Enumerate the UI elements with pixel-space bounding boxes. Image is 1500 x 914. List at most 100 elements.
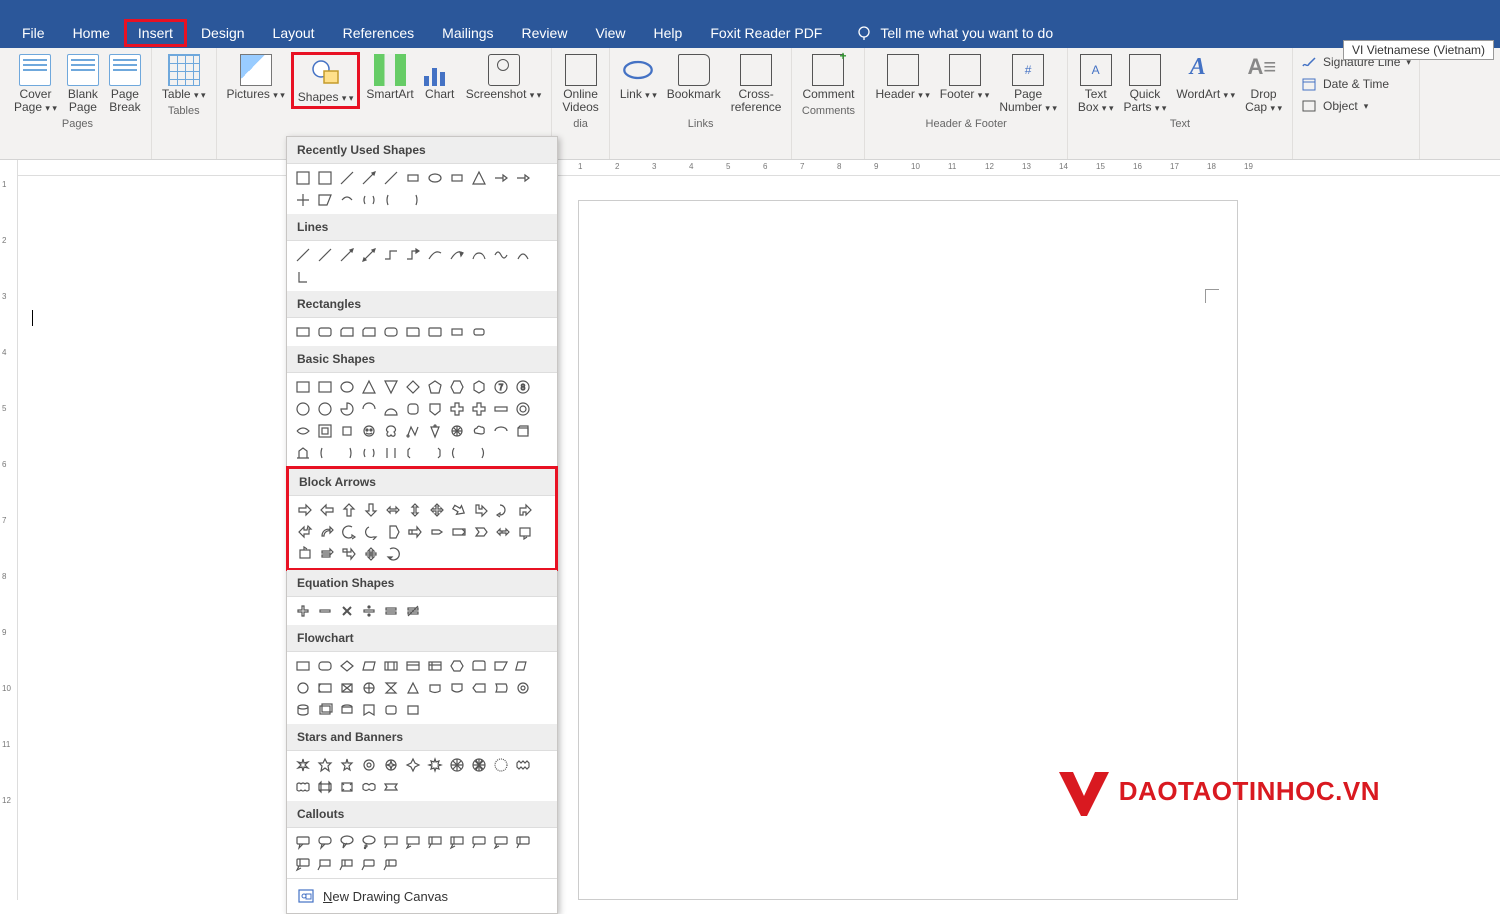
shape-basic-7[interactable]: [447, 377, 467, 397]
shape-block_arrows-15[interactable]: [383, 522, 403, 542]
shape-basic-17[interactable]: [425, 399, 445, 419]
link-button[interactable]: Link ▾: [616, 52, 661, 116]
shape-block_arrows-20[interactable]: [493, 522, 513, 542]
tab-file[interactable]: File: [8, 19, 59, 47]
shape-callouts-0[interactable]: [293, 832, 313, 852]
shape-basic-1[interactable]: [315, 377, 335, 397]
shape-basic-34[interactable]: [315, 443, 335, 463]
drop-cap-button[interactable]: A≡DropCap ▾: [1241, 52, 1286, 116]
shape-basic-22[interactable]: [293, 421, 313, 441]
shape-recently-8[interactable]: [469, 168, 489, 188]
shape-callouts-3[interactable]: [359, 832, 379, 852]
shape-basic-27[interactable]: [403, 421, 423, 441]
shape-block_arrows-9[interactable]: [493, 500, 513, 520]
shape-stars-9[interactable]: [491, 755, 511, 775]
shape-recently-15[interactable]: [381, 190, 401, 210]
shape-flowchart-19[interactable]: [469, 678, 489, 698]
tab-references[interactable]: References: [329, 19, 429, 47]
shape-equation-3[interactable]: [359, 601, 379, 621]
shape-basic-32[interactable]: [513, 421, 533, 441]
shape-callouts-9[interactable]: [491, 832, 511, 852]
shape-callouts-4[interactable]: [381, 832, 401, 852]
shape-stars-6[interactable]: [425, 755, 445, 775]
shape-recently-12[interactable]: [315, 190, 335, 210]
smartart-button[interactable]: SmartArt: [362, 52, 417, 109]
shape-callouts-6[interactable]: [425, 832, 445, 852]
shape-block_arrows-23[interactable]: [317, 544, 337, 564]
shape-equation-2[interactable]: [337, 601, 357, 621]
tab-layout[interactable]: Layout: [259, 19, 329, 47]
shape-rectangles-7[interactable]: [447, 322, 467, 342]
shape-basic-24[interactable]: [337, 421, 357, 441]
shape-basic-6[interactable]: [425, 377, 445, 397]
text-box-button[interactable]: ATextBox ▾: [1074, 52, 1118, 116]
shape-block_arrows-16[interactable]: [405, 522, 425, 542]
tell-me-search[interactable]: Tell me what you want to do: [856, 25, 1053, 41]
shape-lines-3[interactable]: [359, 245, 379, 265]
shape-block_arrows-13[interactable]: [339, 522, 359, 542]
shape-flowchart-11[interactable]: [293, 678, 313, 698]
shape-basic-28[interactable]: [425, 421, 445, 441]
shape-basic-19[interactable]: [469, 399, 489, 419]
shape-callouts-1[interactable]: [315, 832, 335, 852]
shape-basic-10[interactable]: 8: [513, 377, 533, 397]
shape-flowchart-18[interactable]: [447, 678, 467, 698]
shape-callouts-5[interactable]: [403, 832, 423, 852]
shape-block_arrows-0[interactable]: [295, 500, 315, 520]
shape-flowchart-0[interactable]: [293, 656, 313, 676]
shape-basic-5[interactable]: [403, 377, 423, 397]
shape-basic-0[interactable]: [293, 377, 313, 397]
shape-lines-1[interactable]: [315, 245, 335, 265]
tab-foxit[interactable]: Foxit Reader PDF: [696, 19, 836, 47]
chart-button[interactable]: Chart: [420, 52, 460, 109]
shapes-button[interactable]: Shapes ▾: [291, 52, 361, 109]
shape-lines-8[interactable]: [469, 245, 489, 265]
shape-stars-8[interactable]: [469, 755, 489, 775]
shape-basic-20[interactable]: [491, 399, 511, 419]
shape-block_arrows-11[interactable]: [295, 522, 315, 542]
shape-block_arrows-10[interactable]: [515, 500, 535, 520]
shape-equation-5[interactable]: [403, 601, 423, 621]
shape-basic-37[interactable]: [381, 443, 401, 463]
shape-block_arrows-3[interactable]: [361, 500, 381, 520]
shape-recently-1[interactable]: [315, 168, 335, 188]
shape-basic-12[interactable]: [315, 399, 335, 419]
shape-block_arrows-6[interactable]: [427, 500, 447, 520]
shape-stars-4[interactable]: [381, 755, 401, 775]
shape-equation-4[interactable]: [381, 601, 401, 621]
shape-callouts-2[interactable]: [337, 832, 357, 852]
shape-basic-40[interactable]: [447, 443, 467, 463]
shape-recently-4[interactable]: [381, 168, 401, 188]
tab-help[interactable]: Help: [640, 19, 697, 47]
shape-block_arrows-4[interactable]: [383, 500, 403, 520]
shape-basic-3[interactable]: [359, 377, 379, 397]
shape-basic-23[interactable]: [315, 421, 335, 441]
shape-basic-36[interactable]: [359, 443, 379, 463]
shape-stars-13[interactable]: [337, 777, 357, 797]
shape-flowchart-26[interactable]: [381, 700, 401, 720]
shape-rectangles-2[interactable]: [337, 322, 357, 342]
shape-lines-2[interactable]: [337, 245, 357, 265]
shape-basic-16[interactable]: [403, 399, 423, 419]
shape-callouts-8[interactable]: [469, 832, 489, 852]
shape-block_arrows-8[interactable]: [471, 500, 491, 520]
shape-flowchart-13[interactable]: [337, 678, 357, 698]
new-drawing-canvas[interactable]: New Drawing Canvas: [287, 878, 557, 913]
shape-basic-26[interactable]: [381, 421, 401, 441]
shape-flowchart-15[interactable]: [381, 678, 401, 698]
shape-flowchart-2[interactable]: [337, 656, 357, 676]
shape-recently-13[interactable]: [337, 190, 357, 210]
shape-basic-9[interactable]: 7: [491, 377, 511, 397]
shape-block_arrows-18[interactable]: [449, 522, 469, 542]
shape-block_arrows-26[interactable]: [383, 544, 403, 564]
comment-button[interactable]: Comment: [798, 52, 858, 103]
shape-lines-5[interactable]: [403, 245, 423, 265]
shape-flowchart-27[interactable]: [403, 700, 423, 720]
shape-equation-0[interactable]: [293, 601, 313, 621]
pictures-button[interactable]: Pictures ▾: [223, 52, 289, 109]
shape-recently-7[interactable]: [447, 168, 467, 188]
table-button[interactable]: Table ▾: [158, 52, 210, 103]
tab-design[interactable]: Design: [187, 19, 259, 47]
shape-recently-2[interactable]: [337, 168, 357, 188]
shape-recently-10[interactable]: [513, 168, 533, 188]
